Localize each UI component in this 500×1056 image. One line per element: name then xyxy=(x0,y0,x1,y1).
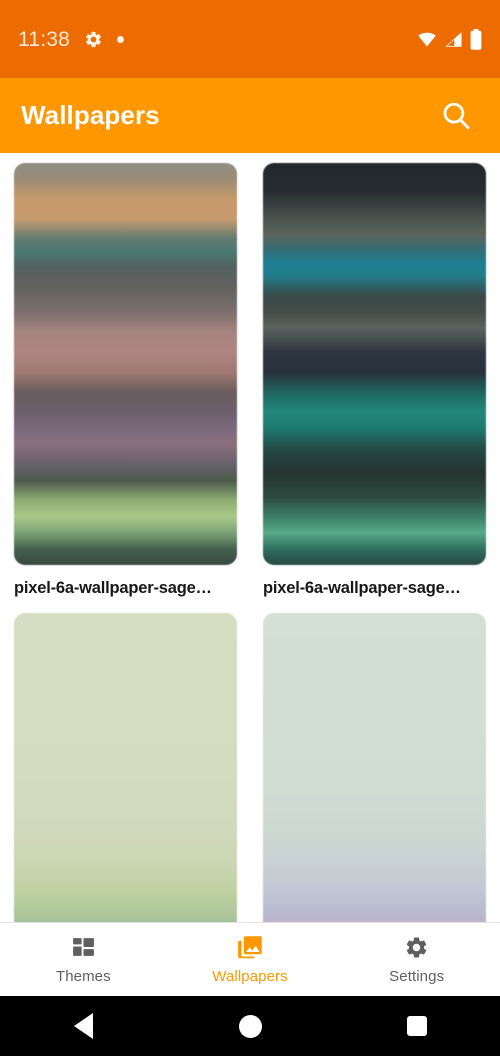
bottom-navigation-bar: Themes Wallpapers Settings xyxy=(0,922,500,996)
home-circle-icon xyxy=(238,1014,262,1038)
battery-icon xyxy=(470,28,482,50)
status-bar: 11:38 xyxy=(0,0,500,78)
wifi-icon xyxy=(417,29,437,49)
wallpaper-card[interactable]: pixel-6a-wallpaper-sage… xyxy=(14,163,237,613)
status-bar-left: 11:38 xyxy=(18,29,124,50)
nav-item-wallpapers[interactable]: Wallpapers xyxy=(167,923,334,996)
status-bar-right xyxy=(417,28,486,50)
nav-item-themes[interactable]: Themes xyxy=(0,923,167,996)
wallpaper-card[interactable]: pixel-6a-wallpaper-sage… xyxy=(263,163,486,613)
search-icon[interactable] xyxy=(434,94,478,138)
app-bar: Wallpapers xyxy=(0,78,500,153)
wallpaper-name: pixel-6a-wallpaper-sage… xyxy=(14,579,212,597)
cellular-signal-icon xyxy=(444,30,463,49)
wallpaper-thumbnail[interactable] xyxy=(263,613,486,922)
home-button[interactable] xyxy=(167,1014,334,1038)
gear-icon xyxy=(404,934,429,960)
wallpaper-grid: pixel-6a-wallpaper-sage… pixel-6a-wallpa… xyxy=(0,153,500,922)
recents-button[interactable] xyxy=(333,1016,500,1036)
back-triangle-icon xyxy=(73,1013,93,1039)
recents-square-icon xyxy=(406,1016,427,1036)
wallpaper-name: pixel-6a-wallpaper-sage… xyxy=(263,579,461,597)
wallpaper-thumbnail[interactable] xyxy=(14,613,237,922)
photo-library-icon xyxy=(237,934,264,960)
wallpaper-thumbnail[interactable] xyxy=(14,163,237,565)
android-system-navigation-bar xyxy=(0,996,500,1056)
nav-item-settings[interactable]: Settings xyxy=(333,923,500,996)
wallpaper-thumbnail[interactable] xyxy=(263,163,486,565)
nav-label-settings: Settings xyxy=(389,968,445,985)
notification-dot-icon xyxy=(117,35,124,43)
wallpaper-grid-scroll-area[interactable]: pixel-6a-wallpaper-sage… pixel-6a-wallpa… xyxy=(0,153,500,922)
dashboard-grid-icon xyxy=(71,934,96,960)
back-button[interactable] xyxy=(0,1013,167,1039)
wallpaper-card[interactable] xyxy=(263,613,486,922)
nav-label-themes: Themes xyxy=(55,968,111,985)
wallpaper-card[interactable] xyxy=(14,613,237,922)
gear-icon xyxy=(84,30,103,49)
nav-label-wallpapers: Wallpapers xyxy=(212,968,288,985)
page-title: Wallpapers xyxy=(21,100,160,130)
status-bar-clock: 11:38 xyxy=(18,27,70,51)
